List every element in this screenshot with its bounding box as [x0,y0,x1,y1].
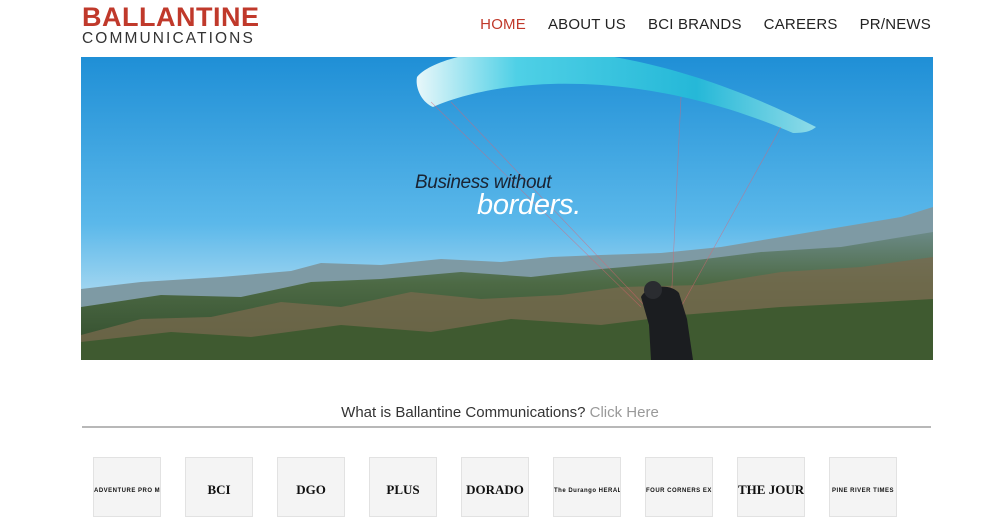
intro-line: What is Ballantine Communications? Click… [0,404,1000,421]
nav-bci-brands[interactable]: BCI BRANDS [648,16,742,33]
brand-logo-strip: ADVENTURE PRO MAGAZINE BCI DGO PLUS DORA… [93,457,921,517]
brand-label: The Durango HERALD [554,488,621,494]
brand-label: PLUS [386,482,420,497]
brand-label: FOUR CORNERS EXPOS [646,488,712,494]
brand-pine-river-times[interactable]: PINE RIVER TIMES [829,457,897,517]
company-logo[interactable]: BALLANTINE COMMUNICATIONS [82,2,268,47]
logo-subtitle: COMMUNICATIONS [82,30,255,47]
brand-dgo[interactable]: DGO [277,457,345,517]
nav-careers[interactable]: CAREERS [764,16,838,33]
brand-durango-herald[interactable]: The Durango HERALD [553,457,621,517]
brand-plus[interactable]: PLUS [369,457,437,517]
brand-label: DORADO [466,482,524,497]
brand-adventure-pro[interactable]: ADVENTURE PRO MAGAZINE [93,457,161,517]
brand-four-corners-expos[interactable]: FOUR CORNERS EXPOS [645,457,713,517]
brand-the-journal[interactable]: THE JOURNAL [737,457,805,517]
nav-pr-news[interactable]: PR/NEWS [860,16,931,33]
brand-label: BCI [207,482,231,497]
main-nav: HOME ABOUT US BCI BRANDS CAREERS PR/NEWS [458,16,931,33]
brand-label: PINE RIVER TIMES [831,488,894,494]
brand-bci[interactable]: BCI [185,457,253,517]
click-here-link[interactable]: Click Here [590,404,659,421]
intro-question: What is Ballantine Communications? [341,404,586,421]
brand-label: ADVENTURE PRO MAGAZINE [94,488,161,494]
nav-home[interactable]: HOME [480,16,526,33]
brand-dorado[interactable]: DORADO [461,457,529,517]
section-divider [82,426,931,428]
logo-wordmark: BALLANTINE [82,2,260,32]
hero-tagline-line2: borders. [477,189,581,221]
nav-about-us[interactable]: ABOUT US [548,16,626,33]
hero-banner: Business without borders. [81,57,933,360]
brand-label: DGO [296,482,326,497]
brand-label: THE JOURNAL [738,482,805,497]
